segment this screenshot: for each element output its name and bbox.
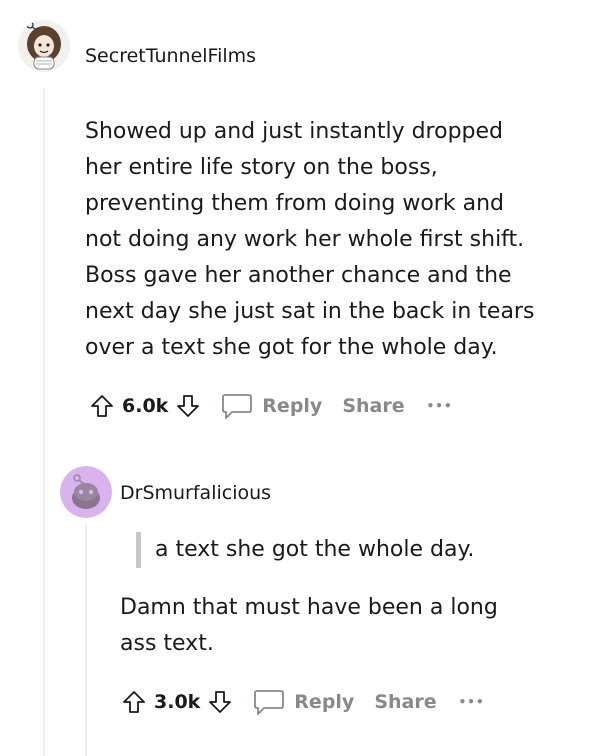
upvote-icon[interactable] [120, 688, 148, 716]
thread-line-1[interactable] [43, 88, 45, 756]
reply-button[interactable]: Reply [262, 395, 322, 417]
comment-line: Boss gave her another chance and the [85, 263, 512, 288]
downvote-icon[interactable] [206, 688, 234, 716]
comment-line: over a text she got for the whole day. [85, 335, 498, 360]
comment-body: Damn that must have been a long ass text… [120, 590, 498, 662]
more-options-button[interactable]: ••• [459, 695, 485, 709]
quote-text: a text she got the whole day. [155, 537, 475, 562]
share-button[interactable]: Share [374, 691, 436, 713]
upvote-icon[interactable] [88, 392, 116, 420]
vote-count: 6.0k [122, 395, 169, 417]
vote-count: 3.0k [154, 691, 201, 713]
comment-line: ass text. [120, 631, 214, 656]
share-button[interactable]: Share [342, 395, 404, 417]
comment-line: her entire life story on the boss, [85, 155, 438, 180]
reply-bubble-icon[interactable] [220, 391, 254, 421]
comment-line: Damn that must have been a long [120, 595, 498, 620]
username[interactable]: SecretTunnelFilms [85, 45, 256, 67]
downvote-icon[interactable] [174, 392, 202, 420]
comment-line: preventing them from doing work and [85, 191, 504, 216]
comment-line: not doing any work her whole first shift… [85, 227, 525, 252]
username[interactable]: DrSmurfalicious [120, 482, 271, 504]
comment-body: Showed up and just instantly dropped her… [85, 114, 534, 366]
thread-line-2[interactable] [85, 524, 87, 756]
more-options-button[interactable]: ••• [427, 399, 453, 413]
user-avatar[interactable] [18, 20, 70, 72]
reply-bubble-icon[interactable] [252, 687, 286, 717]
snoo-avatar-icon [60, 466, 112, 518]
user-avatar[interactable] [60, 466, 112, 518]
snoo-avatar-icon [26, 21, 61, 70]
comment-actions: 3.0k Reply Share ••• [120, 686, 485, 718]
comment-actions: 6.0k Reply Share ••• [88, 390, 453, 422]
comment-line: next day she just sat in the back in tea… [85, 299, 535, 324]
comment-line: Showed up and just instantly dropped [85, 119, 504, 144]
reply-button[interactable]: Reply [294, 691, 354, 713]
quote-bar [136, 532, 141, 568]
